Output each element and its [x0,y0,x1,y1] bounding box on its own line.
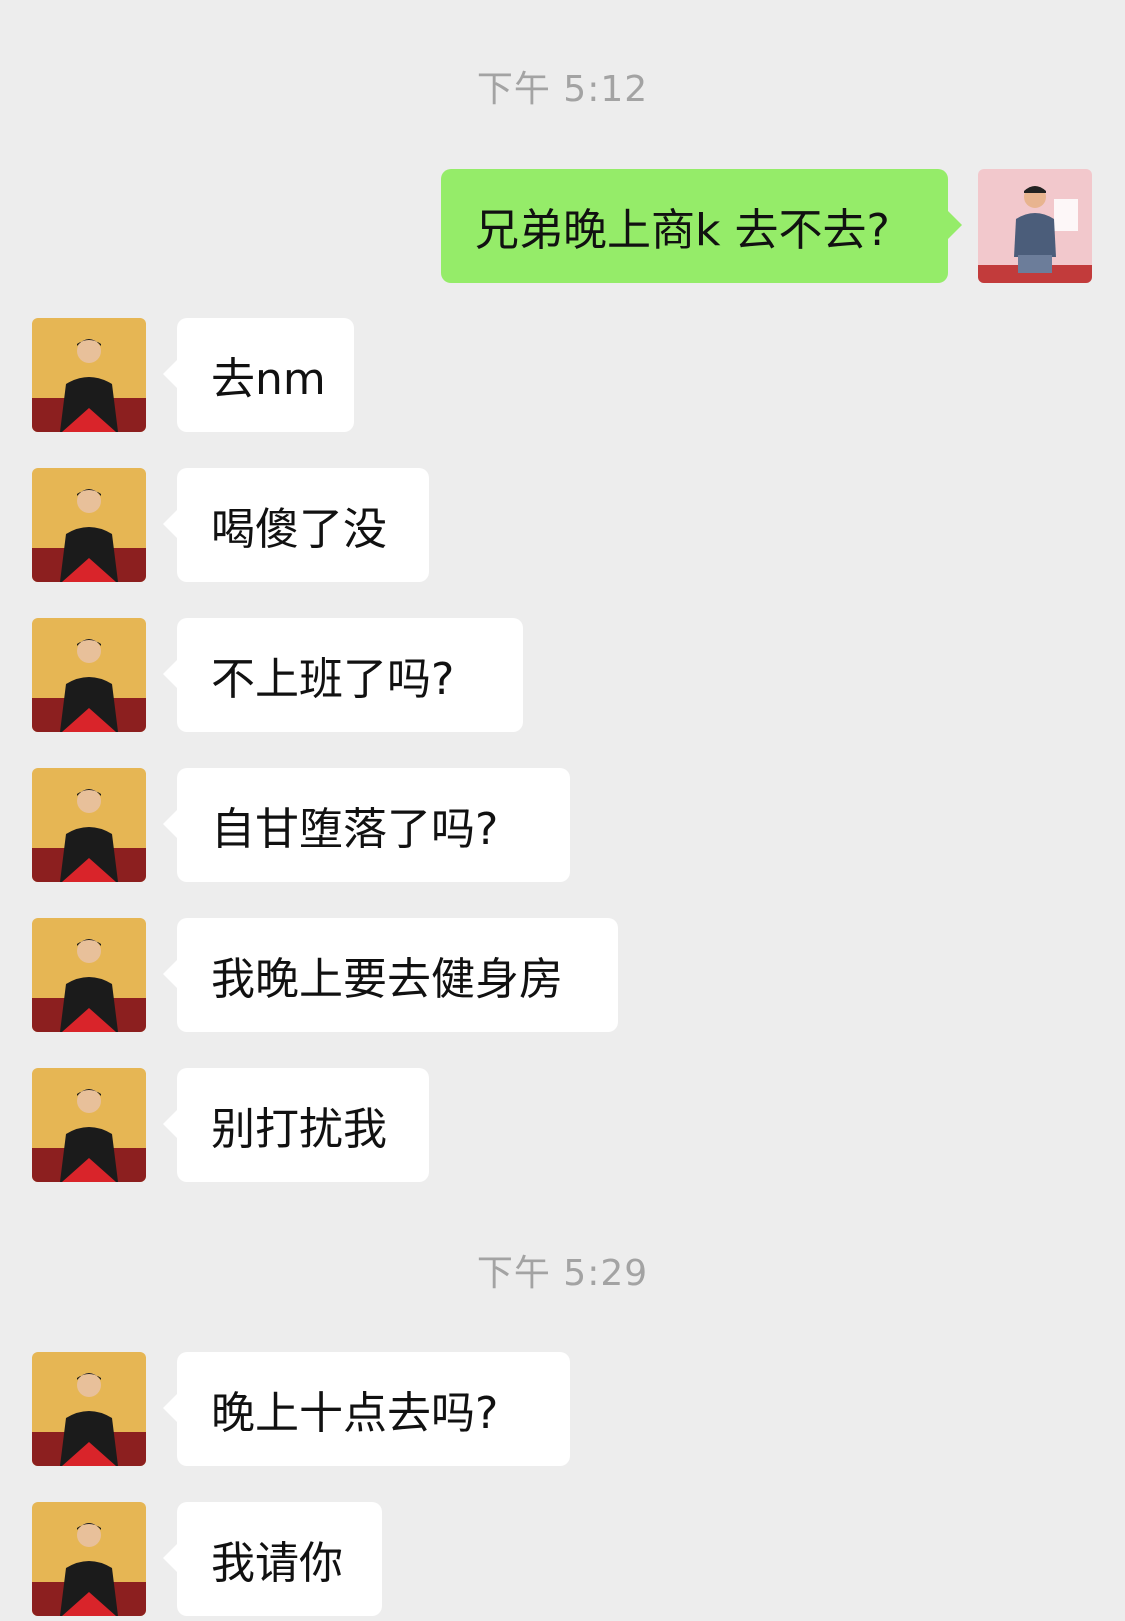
incoming-message-bubble[interactable]: 别打扰我 [163,1068,429,1182]
contact-photo-icon [32,1502,146,1616]
contact-avatar[interactable] [32,468,146,582]
user-photo-icon [978,169,1092,283]
incoming-message-bubble[interactable]: 去nm [163,318,354,432]
contact-avatar[interactable] [32,618,146,732]
contact-avatar[interactable] [32,1068,146,1182]
incoming-message-bubble[interactable]: 我晚上要去健身房 [163,918,618,1032]
contact-avatar[interactable] [32,1502,146,1616]
contact-avatar[interactable] [32,318,146,432]
contact-avatar[interactable] [32,918,146,1032]
contact-photo-icon [32,918,146,1032]
contact-photo-icon [32,1068,146,1182]
contact-photo-icon [32,618,146,732]
contact-photo-icon [32,768,146,882]
incoming-message-bubble[interactable]: 晚上十点去吗? [163,1352,570,1466]
incoming-message-bubble[interactable]: 自甘堕落了吗? [163,768,570,882]
user-avatar[interactable] [978,169,1092,283]
incoming-message-bubble[interactable]: 不上班了吗? [163,618,523,732]
contact-photo-icon [32,468,146,582]
timestamp: 下午 5:29 [476,1253,649,1294]
contact-photo-icon [32,1352,146,1466]
incoming-message-bubble[interactable]: 我请你 [163,1502,382,1616]
contact-photo-icon [32,318,146,432]
outgoing-message-bubble[interactable]: 兄弟晚上商k 去不去? [441,169,962,283]
incoming-message-bubble[interactable]: 喝傻了没 [163,468,429,582]
contact-avatar[interactable] [32,768,146,882]
timestamp: 下午 5:12 [476,69,649,110]
chat-area: 下午 5:12 兄弟晚上商k 去不去? 去nm 喝傻了没 不上班了吗? 自甘堕落… [0,0,1125,1621]
contact-avatar[interactable] [32,1352,146,1466]
